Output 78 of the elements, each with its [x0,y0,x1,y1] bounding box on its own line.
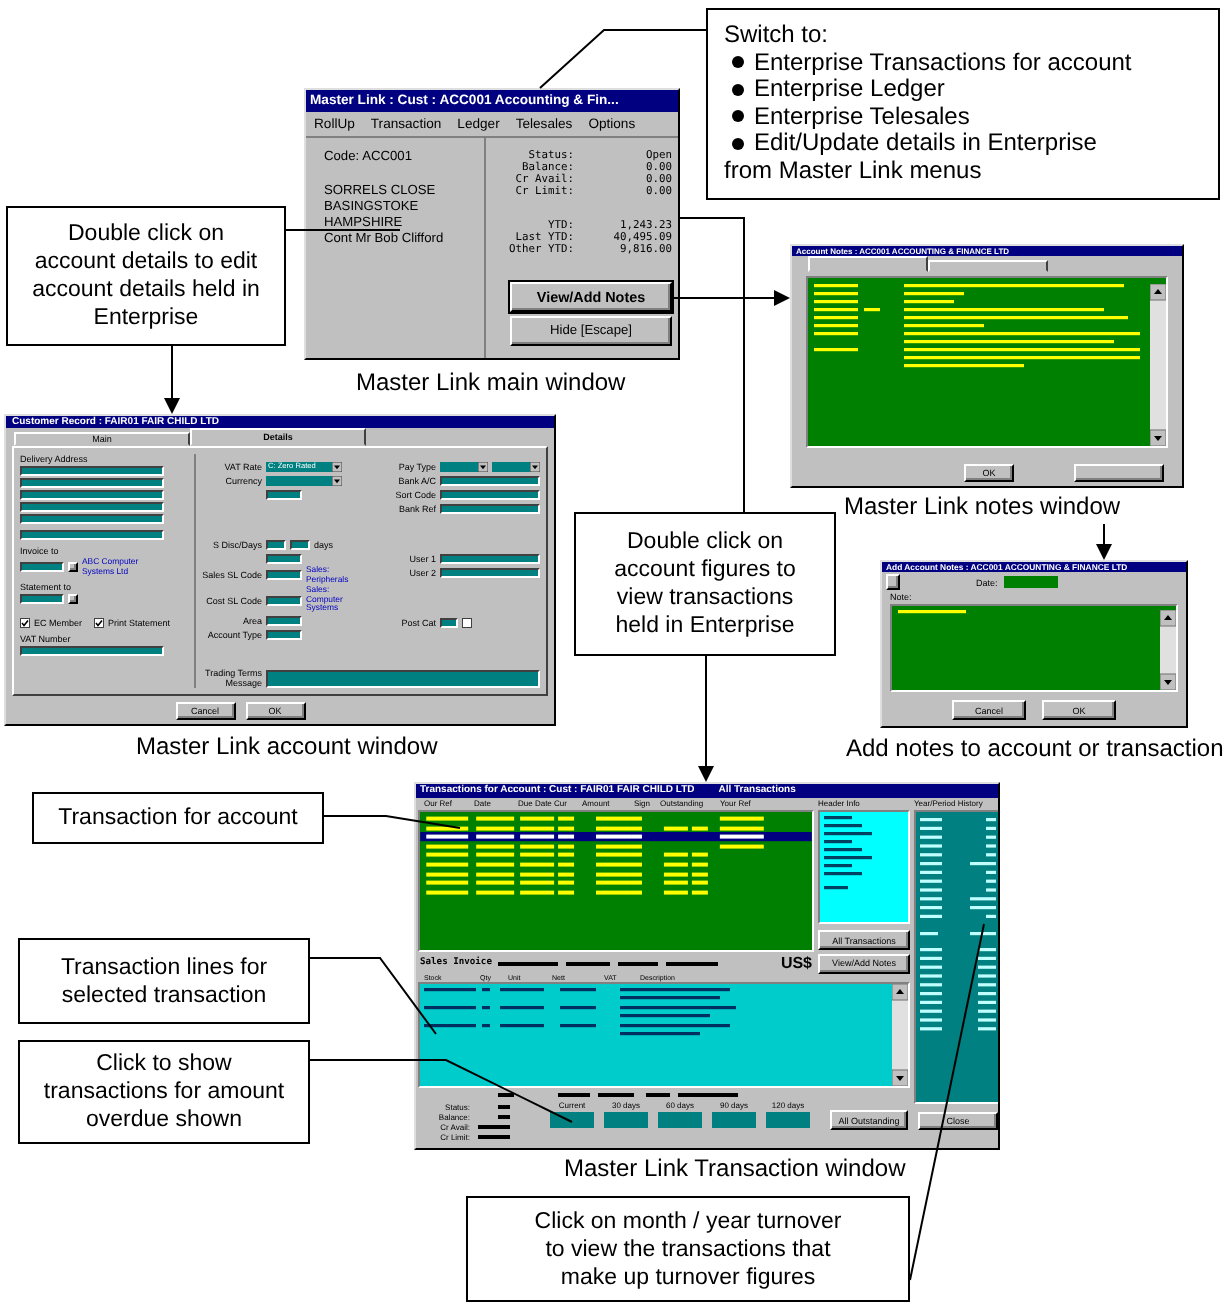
input-field[interactable] [20,478,164,488]
notes-list[interactable] [806,276,1168,448]
arrow [1096,523,1112,560]
blurred-text-drawing [474,1102,510,1142]
input-field[interactable] [20,514,164,524]
arrow [671,290,790,306]
ageing-field[interactable] [712,1112,756,1128]
note-text-area[interactable] [890,604,1178,692]
input-field[interactable] [20,562,64,573]
caret-icon [332,461,342,471]
scrollbar[interactable] [1150,284,1166,446]
dropdown[interactable] [440,461,488,471]
callout-note: Transaction lines for selected transaction [18,938,310,1024]
caret-icon [478,461,488,471]
bullet-icon [732,110,744,123]
input-field[interactable] [440,475,540,485]
arrow [164,345,180,414]
leader-line [285,229,401,231]
note-item: Edit/Update details in Enterprise [754,130,1097,157]
dropdown[interactable] [492,461,540,471]
caret-icon [332,475,342,485]
checkbox[interactable] [462,617,472,627]
input-field[interactable] [266,595,302,606]
scrollbar[interactable] [1160,610,1176,690]
leader-line [323,815,461,829]
input-field[interactable] [20,646,164,657]
currency-label: US$ [780,954,812,972]
window-caption: Master Link main window [356,368,626,396]
note-item: Enterprise Ledger [754,76,945,103]
checkbox[interactable] [94,618,105,629]
window-caption: Master Link Transaction window [564,1154,906,1182]
note-heading: Switch to: [724,22,829,49]
bullet-icon [732,83,744,96]
checkbox[interactable] [20,618,30,629]
lookup-button[interactable] [68,594,78,605]
input-field[interactable] [440,503,540,513]
bullet-icon [732,137,744,150]
small-button[interactable] [886,574,900,590]
callout-note: Click on month / year turnover to view the transactions that make up turnover figures [466,1196,910,1302]
dialog-button[interactable] [1074,464,1164,482]
window-caption: Master Link account window [136,732,438,760]
ageing-field[interactable] [550,1112,594,1128]
ageing-field[interactable] [766,1112,810,1128]
message-field[interactable] [266,669,540,687]
lookup-button[interactable] [68,562,78,573]
callout-note: Click to show transactions for amount overdue shown [18,1040,310,1144]
scrollbar[interactable] [892,984,908,1086]
caret-icon [530,461,540,471]
arrow [698,655,714,782]
input-field[interactable] [266,570,302,581]
window-caption: Master Link notes window [844,492,1121,520]
ageing-field[interactable] [658,1112,702,1128]
input-field[interactable] [266,489,302,499]
input-field[interactable] [440,567,540,577]
input-field[interactable] [440,617,458,627]
note-text: from Master Link menus [724,157,982,184]
blurred-text-drawing [824,816,872,890]
input-field[interactable] [20,490,164,500]
note-item: Enterprise Telesales [754,103,970,130]
bullet-icon [732,56,744,69]
input-field[interactable] [266,553,302,563]
callout-note: Double click on account details to edit account details held in Enterprise [6,206,286,346]
note-item: Enterprise Transactions for account [754,49,1132,76]
input-field[interactable] [266,630,302,641]
callout-note: Transaction for account [32,792,324,844]
input-field[interactable] [20,594,64,605]
window-caption: Add notes to account or transaction [846,734,1224,762]
input-field[interactable] [20,502,164,512]
date-field[interactable] [1003,576,1058,588]
input-field[interactable] [440,553,540,563]
input-field[interactable] [440,489,540,499]
ageing-field[interactable] [604,1112,648,1128]
input-field[interactable] [266,616,302,627]
input-field[interactable] [20,530,164,540]
table-row[interactable] [420,832,812,842]
input-field[interactable] [20,466,164,476]
callout-note: Double click on account figures to view transactions held in Enterprise [574,512,836,656]
history-panel[interactable] [914,810,998,1104]
